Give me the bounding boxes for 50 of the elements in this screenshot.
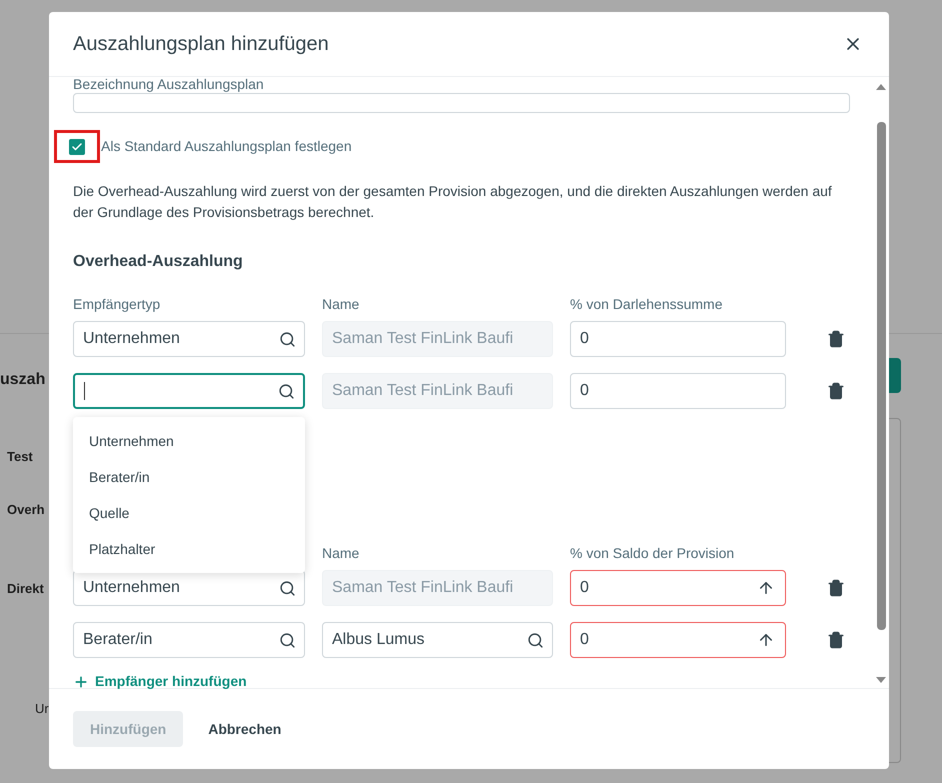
scroll-down-icon[interactable]	[876, 676, 886, 684]
delete-icon[interactable]	[827, 330, 845, 348]
plan-name-field[interactable]	[73, 93, 850, 113]
dropdown-option[interactable]: Berater/in	[73, 459, 305, 495]
check-icon	[71, 140, 83, 152]
checkbox[interactable]	[69, 138, 85, 154]
delete-icon[interactable]	[827, 631, 845, 649]
column-label: % von Saldo der Provision	[570, 544, 734, 563]
scrollbar-thumb[interactable]	[876, 122, 886, 630]
background-text: Direkt	[6, 580, 44, 598]
percent-field[interactable]: 0	[570, 321, 786, 357]
background-text: uszah	[0, 370, 46, 390]
dropdown-option[interactable]: Platzhalter	[73, 531, 305, 567]
delete-icon[interactable]	[827, 579, 845, 597]
column-label: Name	[322, 544, 360, 563]
percent-field[interactable]: 0	[570, 570, 786, 606]
name-field: Saman Test FinLink Baufi	[322, 373, 553, 409]
recipient-type-field[interactable]: Berater/in	[73, 622, 305, 658]
column-label: Name	[322, 295, 360, 314]
search-icon[interactable]	[278, 382, 295, 400]
search-icon[interactable]	[527, 632, 544, 648]
name-field: Saman Test FinLink Baufi	[322, 570, 553, 606]
checkbox-label: Als Standard Auszahlungsplan festlegen	[101, 137, 352, 156]
search-icon[interactable]	[279, 632, 296, 648]
dropdown-option[interactable]: Quelle	[73, 495, 305, 531]
delete-icon[interactable]	[827, 382, 845, 400]
percent-field[interactable]: 0	[570, 622, 786, 658]
recipient-type-field[interactable]: Unternehmen	[73, 321, 305, 357]
section-heading: Overhead-Auszahlung	[73, 252, 244, 272]
background-text: Test	[6, 448, 33, 466]
add-recipient-link[interactable]: Empfänger hinzufügen	[73, 671, 247, 692]
percent-field[interactable]: 0	[570, 373, 786, 409]
plus-icon	[73, 674, 89, 690]
recipient-type-field[interactable]	[73, 373, 305, 409]
dropdown-option[interactable]: Unternehmen	[73, 423, 305, 459]
background-text: Overh	[6, 500, 45, 518]
field-label: Bezeichnung Auszahlungsplan	[73, 77, 265, 91]
name-field: Saman Test FinLink Baufi	[322, 321, 553, 357]
scroll-up-icon[interactable]	[876, 83, 886, 91]
name-field[interactable]: Albus Lumus	[322, 622, 553, 658]
description-text: Die Overhead-Auszahlung wird zuerst von der gesamten Provision abgezogen, und die direkten Auszahlungen werden auf der Grundlage des Provisionsbetrags berechnet.	[73, 182, 833, 222]
dialog-title: Auszahlungsplan hinzufügen	[73, 32, 330, 57]
text-cursor	[84, 382, 85, 400]
recipient-type-field[interactable]: Unternehmen	[73, 570, 305, 606]
search-icon[interactable]	[279, 580, 296, 596]
search-icon[interactable]	[279, 330, 296, 348]
column-label: % von Darlehenssumme	[570, 295, 723, 314]
column-label: Empfängertyp	[73, 295, 162, 314]
cancel-button[interactable]: Abbrechen	[191, 711, 298, 747]
background-text: Ur	[34, 700, 49, 718]
